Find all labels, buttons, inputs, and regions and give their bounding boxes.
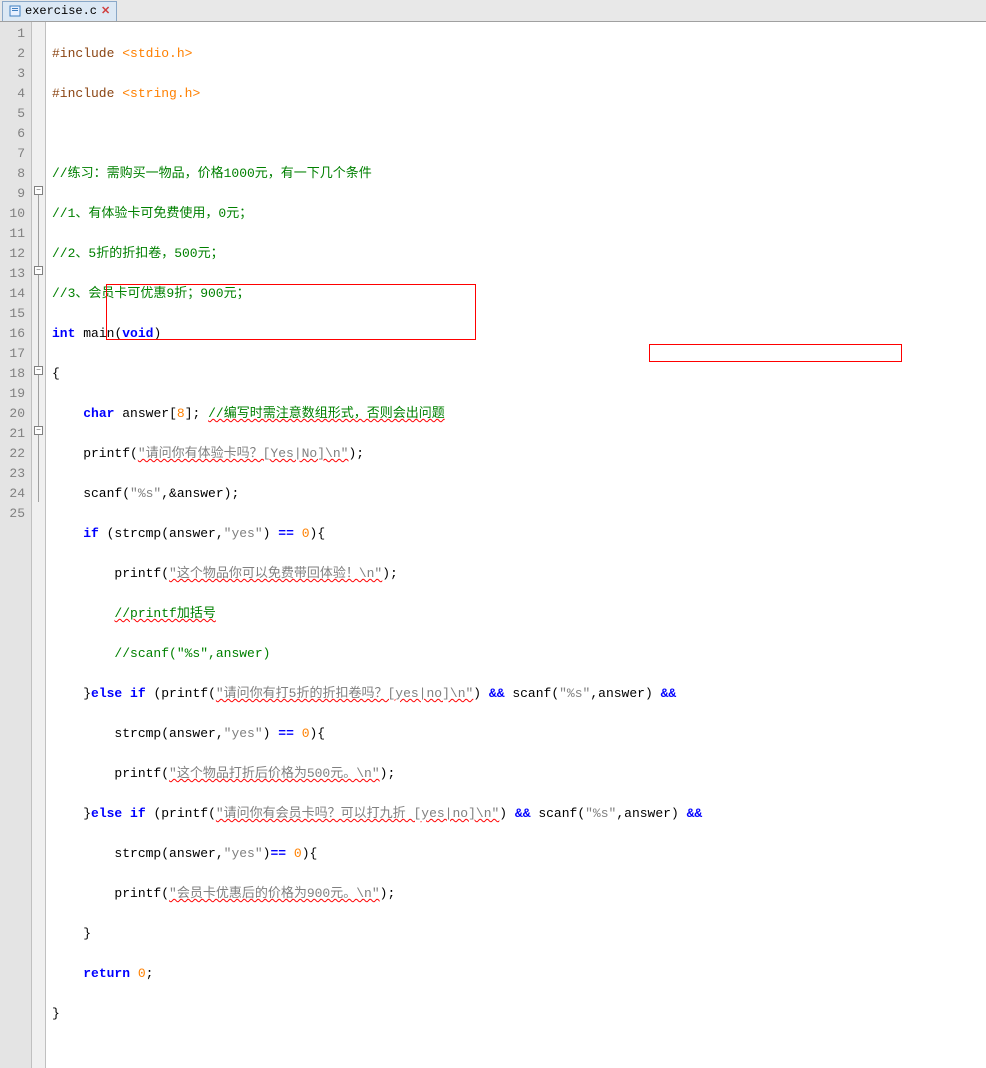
fold-toggle[interactable]: − <box>34 366 43 375</box>
include-header: <string.h> <box>122 86 200 101</box>
string: "%s" <box>130 486 161 501</box>
string: "%s" <box>559 686 590 701</box>
fold-toggle[interactable]: − <box>34 186 43 195</box>
keyword: int <box>52 326 75 341</box>
number: 8 <box>177 406 185 421</box>
include-header: <stdio.h> <box>122 46 192 61</box>
string: "会员卡优惠后的价格为900元。\n" <box>169 886 380 901</box>
close-icon[interactable]: ✕ <box>101 4 110 18</box>
fold-toggle[interactable]: − <box>34 426 43 435</box>
fold-column: − − − − <box>32 22 46 1068</box>
line-gutter: 1234567891011121314151617181920212223242… <box>0 22 32 1068</box>
keyword: else <box>91 806 122 821</box>
operator: && <box>661 686 677 701</box>
comment: //3、会员卡可优惠9折；900元； <box>52 286 250 301</box>
code-editor[interactable]: 1234567891011121314151617181920212223242… <box>0 22 986 1068</box>
comment: //scanf("%s",answer) <box>114 646 270 661</box>
file-tab[interactable]: exercise.c ✕ <box>2 1 117 21</box>
comment: //编写时需注意数组形式，否则会出问题 <box>208 406 445 421</box>
operator: && <box>687 806 703 821</box>
editor-window: exercise.c ✕ 123456789101112131415161718… <box>0 0 986 1068</box>
string: "yes" <box>224 846 263 861</box>
brace: } <box>83 926 91 941</box>
keyword: return <box>83 966 130 981</box>
tab-filename: exercise.c <box>25 4 97 18</box>
string: "%s" <box>585 806 616 821</box>
string: "请问你有打5折的折扣卷吗？[yes|no]\n" <box>216 686 473 701</box>
string: "这个物品打折后价格为500元。\n" <box>169 766 380 781</box>
preprocessor: #include <box>52 86 114 101</box>
operator: && <box>489 686 505 701</box>
keyword: else <box>91 686 122 701</box>
fold-toggle[interactable]: − <box>34 266 43 275</box>
code-area[interactable]: #include <stdio.h> #include <string.h> /… <box>46 22 986 1068</box>
operator: && <box>515 806 531 821</box>
string: "请问你有会员卡吗？可以打九折 [yes|no]\n" <box>216 806 499 821</box>
keyword: char <box>83 406 114 421</box>
comment: //2、5折的折扣卷，500元； <box>52 246 224 261</box>
brace: { <box>52 366 60 381</box>
identifier: answer <box>122 406 169 421</box>
keyword: if <box>130 686 146 701</box>
comment: //1、有体验卡可免费使用，0元； <box>52 206 252 221</box>
keyword: void <box>122 326 153 341</box>
file-icon <box>9 5 21 17</box>
function-name: main <box>83 326 114 341</box>
string: "yes" <box>224 726 263 741</box>
number: 0 <box>294 846 302 861</box>
preprocessor: #include <box>52 46 114 61</box>
comment: //练习：需购买一物品，价格1000元，有一下几个条件 <box>52 166 372 181</box>
highlight-box <box>649 344 902 362</box>
string: "这个物品你可以免费带回体验！\n" <box>169 566 382 581</box>
string: "请问你有体验卡吗？[Yes|No]\n" <box>138 446 349 461</box>
keyword: if <box>130 806 146 821</box>
comment: //printf加括号 <box>114 606 215 621</box>
tab-bar: exercise.c ✕ <box>0 0 986 22</box>
number: 0 <box>138 966 146 981</box>
brace: } <box>52 1006 60 1021</box>
number: 0 <box>302 726 310 741</box>
